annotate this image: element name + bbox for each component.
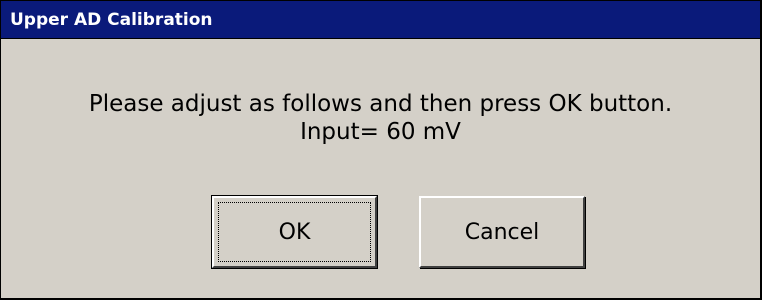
ok-button-label: OK (278, 220, 311, 245)
title-bar: Upper AD Calibration (1, 1, 760, 39)
dialog-title: Upper AD Calibration (10, 10, 213, 30)
instruction-text: Please adjust as follows and then press … (88, 91, 673, 117)
cancel-button[interactable]: Cancel (419, 196, 585, 268)
input-value-text: Input= 60 mV (300, 119, 461, 145)
ok-button[interactable]: OK (211, 195, 378, 269)
calibration-dialog: Upper AD Calibration Please adjust as fo… (0, 0, 762, 300)
cancel-button-label: Cancel (464, 220, 540, 245)
